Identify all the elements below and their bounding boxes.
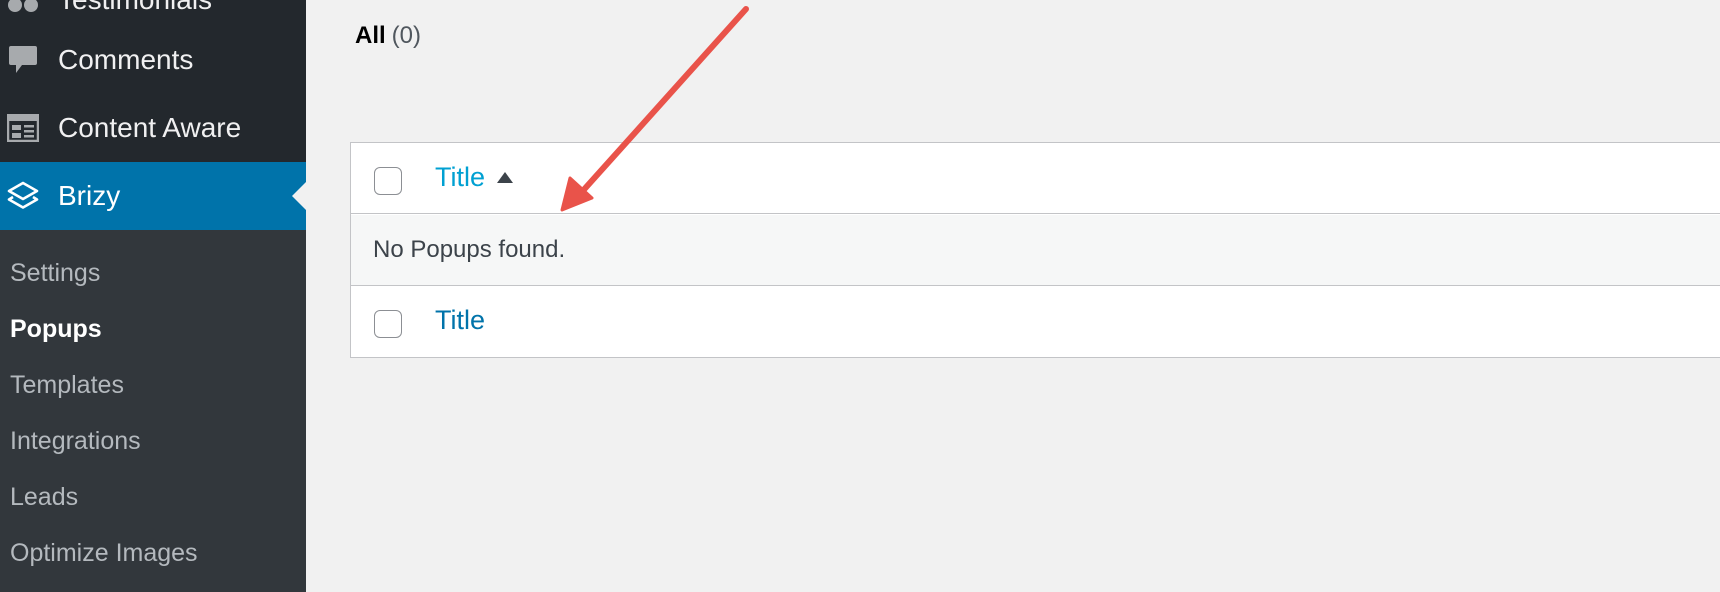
- select-all-checkbox[interactable]: [374, 167, 402, 195]
- menu-item-label: Testimonials: [58, 0, 212, 16]
- filter-count: (0): [391, 22, 422, 49]
- popups-table: Title No Popups found. Title: [350, 142, 1720, 358]
- table-footer-row: Title: [351, 286, 1720, 357]
- menu-item-brizy[interactable]: Brizy: [0, 162, 306, 230]
- menu-item-content-aware[interactable]: Content Aware: [0, 94, 306, 162]
- comment-bubble-icon: [6, 43, 40, 77]
- empty-message: No Popups found.: [373, 236, 566, 263]
- brizy-layers-icon: [6, 179, 40, 213]
- layout-grid-icon: [6, 111, 40, 145]
- table-header-row: Title: [351, 143, 1720, 214]
- submenu-item-templates[interactable]: Templates: [10, 365, 124, 405]
- sort-ascending-icon: [497, 172, 514, 183]
- admin-sidebar: Testimonials Comments Content Aware: [0, 0, 306, 592]
- menu-item-label: Content Aware: [58, 112, 242, 143]
- title-column-sort-link[interactable]: Title: [435, 162, 514, 193]
- title-column-footer-link[interactable]: Title: [435, 305, 485, 336]
- testimonials-icon: [6, 0, 40, 17]
- status-filter: All (0): [355, 22, 421, 50]
- submenu-item-integrations[interactable]: Integrations: [10, 421, 141, 461]
- menu-item-label: Brizy: [58, 180, 121, 211]
- menu-item-comments[interactable]: Comments: [0, 26, 306, 94]
- filter-all-link[interactable]: All: [355, 22, 386, 49]
- table-row: No Popups found.: [351, 215, 1720, 286]
- menu-item-label: Comments: [58, 44, 194, 75]
- submenu-item-optimize-images[interactable]: Optimize Images: [10, 533, 198, 573]
- submenu-item-leads[interactable]: Leads: [10, 477, 78, 517]
- brizy-submenu: Settings Popups Templates Integrations L…: [0, 230, 306, 592]
- submenu-item-popups[interactable]: Popups: [10, 309, 102, 349]
- active-pointer: [292, 182, 306, 210]
- title-column-label: Title: [435, 162, 486, 192]
- select-all-checkbox-footer[interactable]: [374, 310, 402, 338]
- submenu-item-settings[interactable]: Settings: [10, 253, 100, 293]
